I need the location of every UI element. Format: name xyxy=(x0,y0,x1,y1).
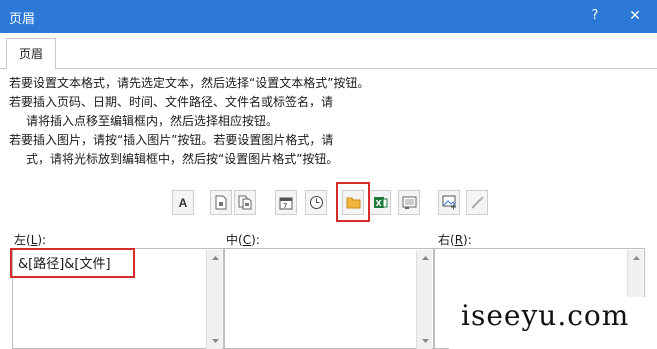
format-picture-button[interactable] xyxy=(466,190,488,215)
instruction-line: 式，请将光标放到编辑框中，然后按“设置图片格式”按钮。 xyxy=(26,152,339,166)
format-picture-icon xyxy=(471,196,483,209)
svg-text:X: X xyxy=(375,199,382,208)
center-scrollbar[interactable] xyxy=(416,250,432,349)
time-button[interactable] xyxy=(305,190,327,215)
scroll-down-icon[interactable] xyxy=(207,333,223,349)
format-text-icon: A xyxy=(178,195,188,210)
title-bar: 页眉 ? ✕ xyxy=(0,0,657,33)
left-section-label: 左(L): xyxy=(14,231,46,248)
tab-header[interactable]: 页眉 xyxy=(6,38,56,69)
file-name-button[interactable]: X xyxy=(369,190,391,215)
left-label-text: 左( xyxy=(14,233,31,247)
left-label-suffix: ): xyxy=(37,233,47,247)
page-number-icon xyxy=(215,195,227,210)
sheet-name-button[interactable] xyxy=(398,190,420,215)
time-icon xyxy=(309,196,323,209)
insert-picture-button[interactable] xyxy=(438,190,460,215)
date-icon: 7 xyxy=(279,197,293,210)
instruction-line: 请将插入点移至编辑框内，然后选择相应按钮。 xyxy=(26,114,279,128)
window-title: 页眉 xyxy=(9,12,36,27)
instruction-line: 若要插入页码、日期、时间、文件路径、文件名或标签名，请 xyxy=(9,95,334,109)
insert-picture-icon xyxy=(442,195,456,210)
center-section-editor[interactable] xyxy=(224,248,434,349)
left-scrollbar[interactable] xyxy=(206,250,222,349)
sheet-name-icon xyxy=(402,196,416,209)
watermark: iseeyu.com xyxy=(449,297,657,349)
center-label-text: 中( xyxy=(226,233,243,247)
svg-text:7: 7 xyxy=(283,202,287,210)
scroll-up-icon[interactable] xyxy=(417,250,433,266)
file-name-icon: X xyxy=(373,197,387,208)
right-section-label: 右(R): xyxy=(438,231,472,248)
date-button[interactable]: 7 xyxy=(275,190,297,215)
scroll-up-icon[interactable] xyxy=(628,250,644,266)
format-text-button[interactable]: A xyxy=(172,190,194,215)
toolbar: A 7 X xyxy=(0,184,657,224)
instruction-line: 若要设置文本格式，请先选定文本，然后选择“设置文本格式”按钮。 xyxy=(9,76,370,90)
instruction-line: 若要插入图片，请按“插入图片”按钮。若要设置图片格式，请 xyxy=(9,133,334,147)
center-label-hotkey: C xyxy=(242,233,252,247)
close-button[interactable]: ✕ xyxy=(624,6,646,26)
tab-strip-divider xyxy=(0,68,657,69)
center-section-label: 中(C): xyxy=(226,231,260,248)
file-path-highlight xyxy=(336,182,370,222)
left-value-highlight xyxy=(10,248,135,278)
scroll-down-icon[interactable] xyxy=(417,333,433,349)
watermark-text: iseeyu.com xyxy=(461,299,630,332)
right-label-hotkey: R xyxy=(454,233,464,247)
page-count-icon xyxy=(238,195,251,210)
right-label-text: 右( xyxy=(438,233,455,247)
help-button[interactable]: ? xyxy=(585,6,605,26)
scroll-up-icon[interactable] xyxy=(207,250,223,266)
instructions: 若要设置文本格式，请先选定文本，然后选择“设置文本格式”按钮。 若要插入页码、日… xyxy=(9,74,369,169)
page-count-button[interactable] xyxy=(234,190,256,215)
page-number-button[interactable] xyxy=(210,190,232,215)
right-label-suffix: ): xyxy=(463,233,472,247)
center-label-suffix: ): xyxy=(251,233,260,247)
